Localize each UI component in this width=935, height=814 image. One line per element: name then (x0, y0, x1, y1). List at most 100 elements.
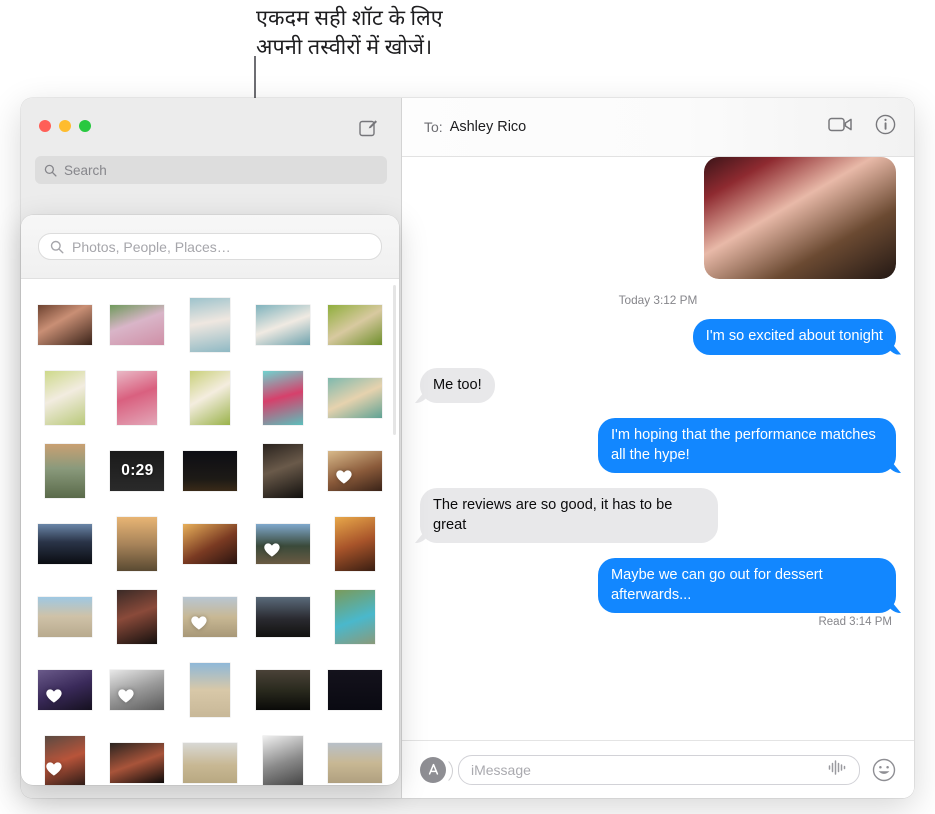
message-row[interactable]: The reviews are so good, it has to be gr… (420, 488, 896, 543)
photo-thumbnail[interactable] (327, 289, 383, 361)
compose-icon[interactable] (357, 116, 379, 138)
photo-image (328, 305, 382, 345)
message-bubble-outgoing[interactable]: I'm hoping that the performance matches … (598, 418, 896, 473)
message-bubble-incoming[interactable]: The reviews are so good, it has to be gr… (420, 488, 718, 543)
photo-thumbnail[interactable] (327, 581, 383, 653)
photo-image (190, 298, 230, 352)
info-icon[interactable] (875, 114, 896, 140)
photo-thumbnail[interactable] (327, 362, 383, 434)
photo-image (256, 305, 310, 345)
photo-thumbnail[interactable] (255, 289, 311, 361)
photo-thumbnail[interactable] (327, 654, 383, 726)
photo-thumbnail[interactable] (182, 654, 238, 726)
recipient-name: Ashley Rico (450, 119, 527, 135)
photo-thumbnail[interactable] (37, 508, 93, 580)
photo-thumbnail[interactable] (255, 727, 311, 785)
photo-thumbnail[interactable] (110, 727, 166, 785)
photo-thumbnail[interactable] (182, 362, 238, 434)
video-camera-icon[interactable] (828, 116, 853, 138)
photo-image (45, 444, 85, 498)
photo-attachment-bubble[interactable] (704, 157, 896, 279)
photo-image (45, 736, 85, 785)
favorite-heart-icon (45, 762, 62, 777)
app-store-icon[interactable] (420, 757, 446, 783)
photo-thumbnail[interactable] (255, 654, 311, 726)
message-row[interactable]: I'm hoping that the performance matches … (420, 418, 896, 473)
callout-annotation-text: एकदम सही शॉट के लिए अपनी तस्वीरों में खो… (256, 4, 676, 62)
photo-image (38, 597, 92, 637)
photo-image (110, 743, 164, 783)
photo-image (38, 305, 92, 345)
message-bubble-outgoing[interactable]: I'm so excited about tonight (693, 319, 896, 355)
photo-image (256, 597, 310, 637)
photo-thumbnail[interactable] (37, 289, 93, 361)
photo-thumbnail[interactable] (182, 435, 238, 507)
search-input[interactable]: Search (35, 156, 387, 184)
photo-thumbnail[interactable] (37, 654, 93, 726)
message-row[interactable]: I'm so excited about tonight (420, 319, 896, 355)
photo-thumbnail[interactable] (37, 435, 93, 507)
message-list[interactable]: Today 3:12 PM I'm so excited about tonig… (402, 157, 914, 740)
photo-image (190, 371, 230, 425)
conversation-timestamp: Today 3:12 PM (420, 293, 896, 307)
message-input[interactable]: iMessage (458, 755, 860, 785)
photo-thumbnail[interactable] (182, 289, 238, 361)
photo-image (190, 663, 230, 717)
to-label: To: (424, 119, 443, 135)
photo-image (117, 590, 157, 644)
photo-image (117, 371, 157, 425)
photo-image (335, 517, 375, 571)
photo-thumbnail[interactable] (110, 581, 166, 653)
audio-waveform-icon[interactable] (827, 759, 847, 781)
attachment-photo (704, 157, 896, 279)
message-bubble-outgoing[interactable]: Maybe we can go out for dessert afterwar… (598, 558, 896, 613)
photo-search-input[interactable]: Photos, People, Places… (38, 233, 382, 260)
photo-thumbnail[interactable] (110, 508, 166, 580)
photo-image (183, 524, 237, 564)
message-row-attachment[interactable] (420, 157, 896, 279)
photo-thumbnail[interactable] (110, 362, 166, 434)
photo-image (256, 670, 310, 710)
photo-thumbnail[interactable] (182, 581, 238, 653)
smiley-face-icon[interactable] (872, 758, 896, 782)
conversation-header: To: Ashley Rico (402, 98, 914, 157)
search-icon (50, 240, 64, 254)
message-row[interactable]: Maybe we can go out for dessert afterwar… (420, 558, 896, 613)
photo-thumbnail[interactable] (255, 508, 311, 580)
read-receipt: Read 3:14 PM (420, 616, 892, 628)
photo-thumbnail[interactable] (110, 654, 166, 726)
message-placeholder: iMessage (471, 762, 819, 778)
photo-thumbnail[interactable]: 0:29 (110, 435, 166, 507)
photo-thumbnail[interactable] (37, 362, 93, 434)
photo-image (328, 378, 382, 418)
scrollbar[interactable] (393, 285, 396, 435)
photo-thumbnail[interactable] (255, 435, 311, 507)
photo-thumbnail[interactable] (327, 508, 383, 580)
photo-thumbnail[interactable] (327, 435, 383, 507)
photo-image (183, 743, 237, 783)
message-composer: iMessage (402, 740, 914, 798)
photo-thumbnail[interactable] (255, 362, 311, 434)
photo-thumbnail[interactable] (37, 727, 93, 785)
conversation-pane: To: Ashley Rico (402, 98, 914, 798)
favorite-heart-icon (118, 689, 135, 704)
photo-thumbnail[interactable] (110, 289, 166, 361)
minimize-button[interactable] (59, 120, 71, 132)
message-row[interactable]: Me too! (420, 368, 896, 404)
photo-thumbnail[interactable] (327, 727, 383, 785)
photo-thumbnail[interactable] (255, 581, 311, 653)
maximize-button[interactable] (79, 120, 91, 132)
photo-image (263, 371, 303, 425)
photo-grid[interactable]: 0:29 (21, 279, 399, 785)
photo-thumbnail[interactable] (37, 581, 93, 653)
favorite-heart-icon (336, 470, 353, 485)
close-button[interactable] (39, 120, 51, 132)
favorite-heart-icon (45, 689, 62, 704)
favorite-heart-icon (190, 616, 207, 631)
photo-image (38, 524, 92, 564)
message-bubble-incoming[interactable]: Me too! (420, 368, 495, 404)
photo-thumbnail[interactable] (182, 727, 238, 785)
photo-image (328, 743, 382, 783)
photo-image (263, 444, 303, 498)
photo-thumbnail[interactable] (182, 508, 238, 580)
